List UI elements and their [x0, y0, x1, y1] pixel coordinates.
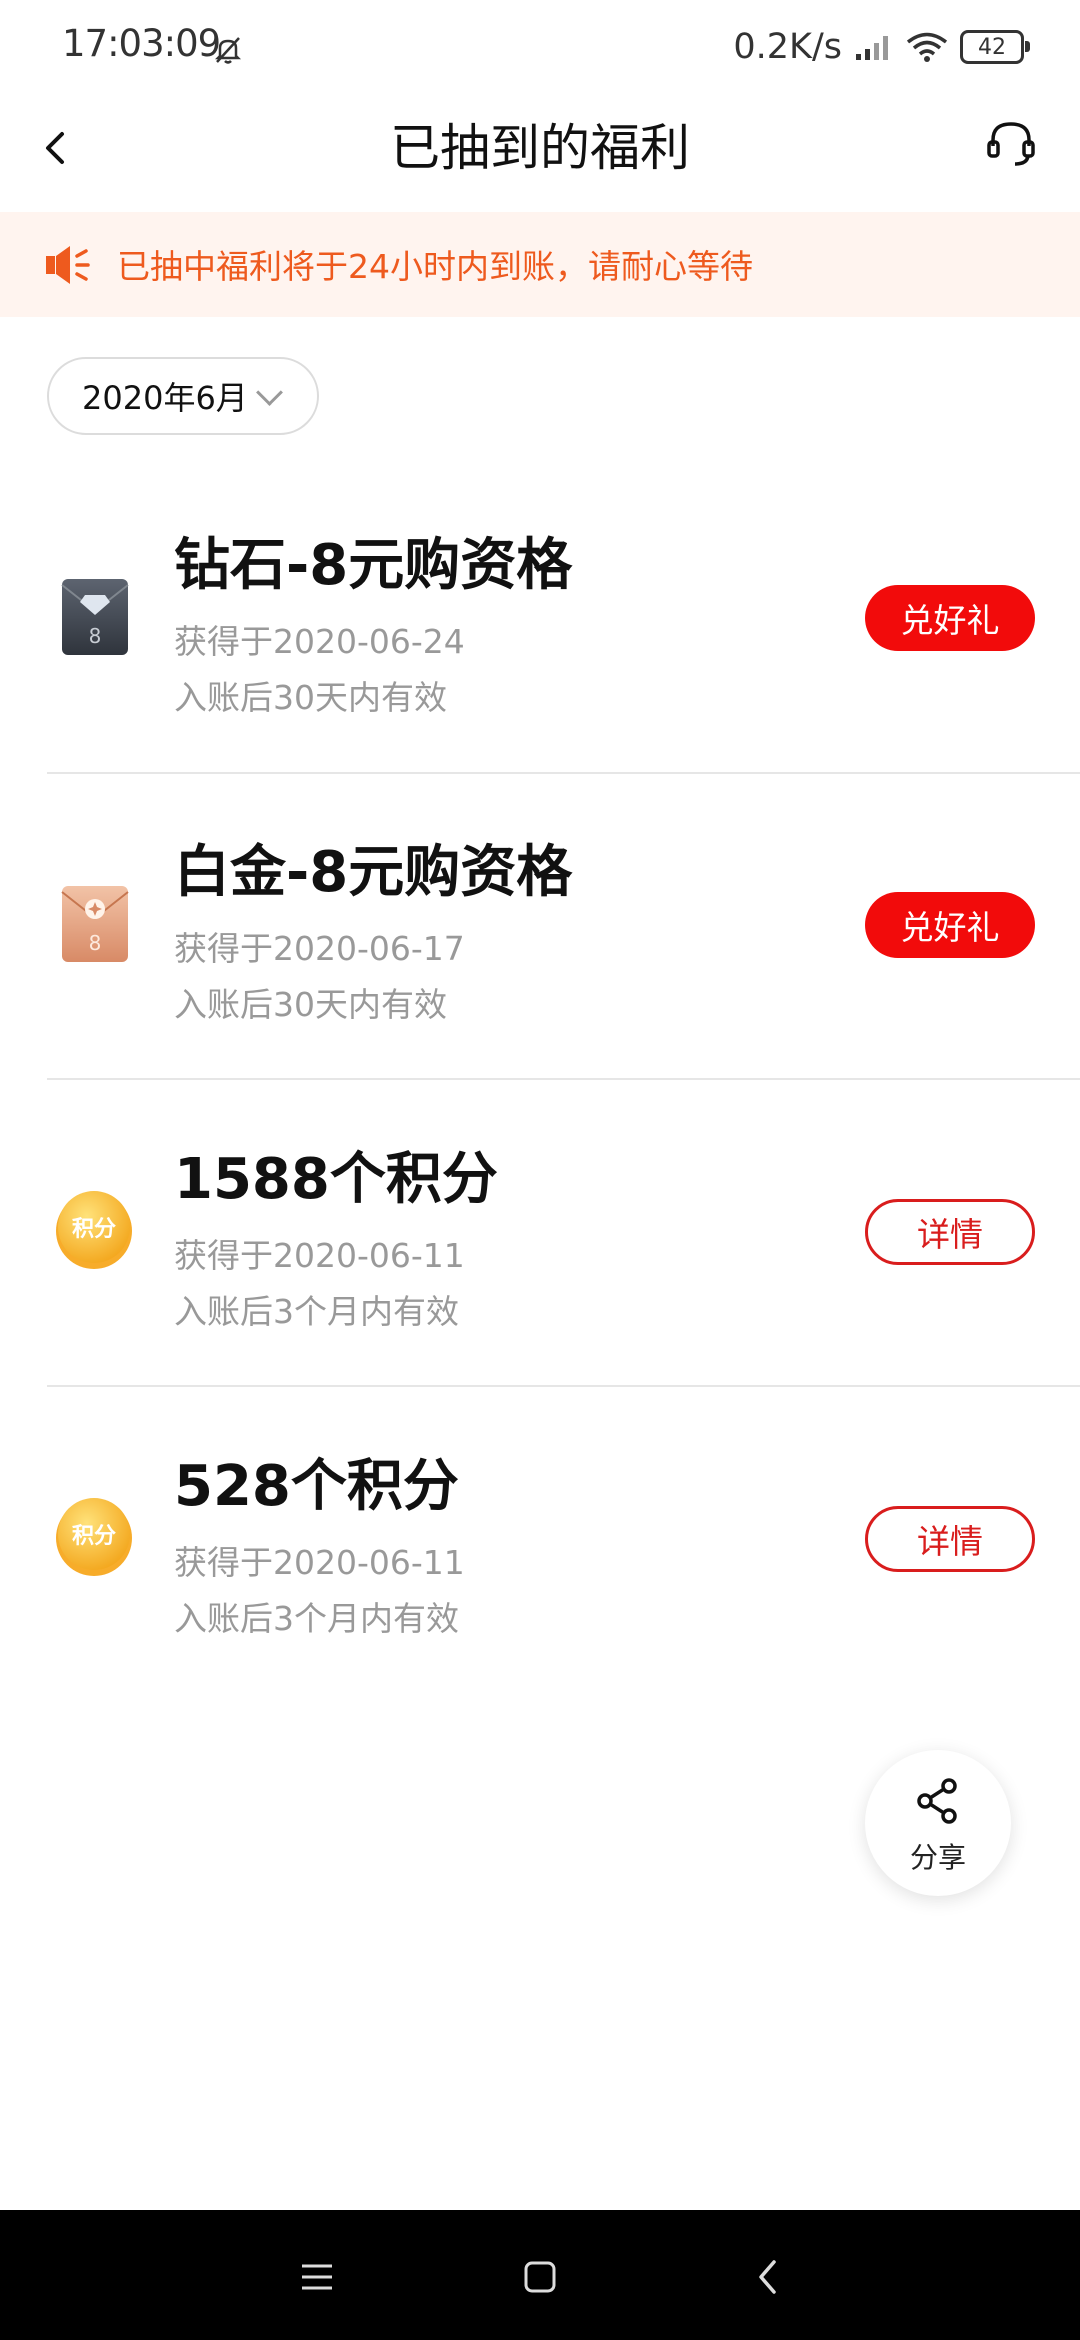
headset-icon[interactable] — [985, 118, 1037, 170]
month-selector[interactable]: 2020年6月 — [47, 357, 319, 435]
reward-name: 钻石-8元购资格 — [174, 533, 573, 598]
reward-name: 白金-8元购资格 — [174, 840, 573, 905]
reward-date: 获得于2020-06-17 — [174, 929, 465, 968]
details-button[interactable]: 详情 — [865, 1199, 1035, 1265]
reward-item: 积分 1588个积分 获得于2020-06-11 入账后3个月内有效 详情 — [0, 1077, 1080, 1383]
mute-bell-icon — [214, 37, 242, 64]
status-time: 17:03:09 — [62, 22, 221, 65]
battery-level: 42 — [978, 34, 1006, 60]
reward-item: 8 白金-8元购资格 获得于2020-06-17 入账后30天内有效 兑好礼 — [0, 770, 1080, 1076]
share-icon — [917, 1778, 957, 1824]
platinum-envelope-icon: 8 — [61, 886, 129, 962]
reward-item: 积分 528个积分 获得于2020-06-11 入账后3个月内有效 详情 — [0, 1384, 1080, 1690]
reward-validity: 入账后30天内有效 — [174, 985, 447, 1024]
reward-name: 528个积分 — [174, 1454, 459, 1519]
share-label: 分享 — [909, 1841, 966, 1874]
points-coin-icon: 积分 — [56, 1498, 132, 1576]
menu-icon[interactable] — [300, 2262, 334, 2292]
redeem-button[interactable]: 兑好礼 — [865, 585, 1035, 651]
home-icon[interactable] — [523, 2260, 557, 2294]
diamond-envelope-icon: 8 — [61, 579, 129, 655]
page-title: 已抽到的福利 — [390, 119, 690, 177]
signal-icon — [856, 36, 888, 60]
month-label: 2020年6月 — [82, 379, 248, 417]
reward-validity: 入账后3个月内有效 — [174, 1292, 459, 1331]
reward-validity: 入账后30天内有效 — [174, 678, 447, 717]
system-nav-bar — [0, 2210, 1080, 2340]
wifi-icon — [906, 32, 948, 62]
details-button[interactable]: 详情 — [865, 1506, 1035, 1572]
back-icon[interactable] — [756, 2258, 780, 2296]
status-right: 0.2K/s 42 — [733, 22, 1030, 72]
reward-date: 获得于2020-06-11 — [174, 1236, 465, 1275]
battery-icon: 42 — [960, 30, 1030, 64]
reward-date: 获得于2020-06-11 — [174, 1543, 465, 1582]
status-bar: 17:03:09 0.2K/s 42 — [0, 0, 1080, 92]
network-speed: 0.2K/s — [733, 27, 842, 67]
icon-text: 积分 — [72, 1524, 116, 1549]
reward-name: 1588个积分 — [174, 1147, 498, 1212]
reward-date: 获得于2020-06-24 — [174, 622, 465, 661]
notice-text: 已抽中福利将于24小时内到账，请耐心等待 — [117, 247, 753, 286]
points-coin-icon: 积分 — [56, 1191, 132, 1269]
chevron-down-icon — [255, 378, 283, 406]
icon-text: 8 — [89, 931, 102, 955]
redeem-button[interactable]: 兑好礼 — [865, 892, 1035, 958]
icon-text: 8 — [89, 624, 102, 648]
reward-validity: 入账后3个月内有效 — [174, 1599, 459, 1638]
icon-text: 积分 — [72, 1217, 116, 1242]
speaker-icon — [46, 246, 90, 284]
reward-item: 8 钻石-8元购资格 获得于2020-06-24 入账后30天内有效 兑好礼 — [0, 463, 1080, 769]
